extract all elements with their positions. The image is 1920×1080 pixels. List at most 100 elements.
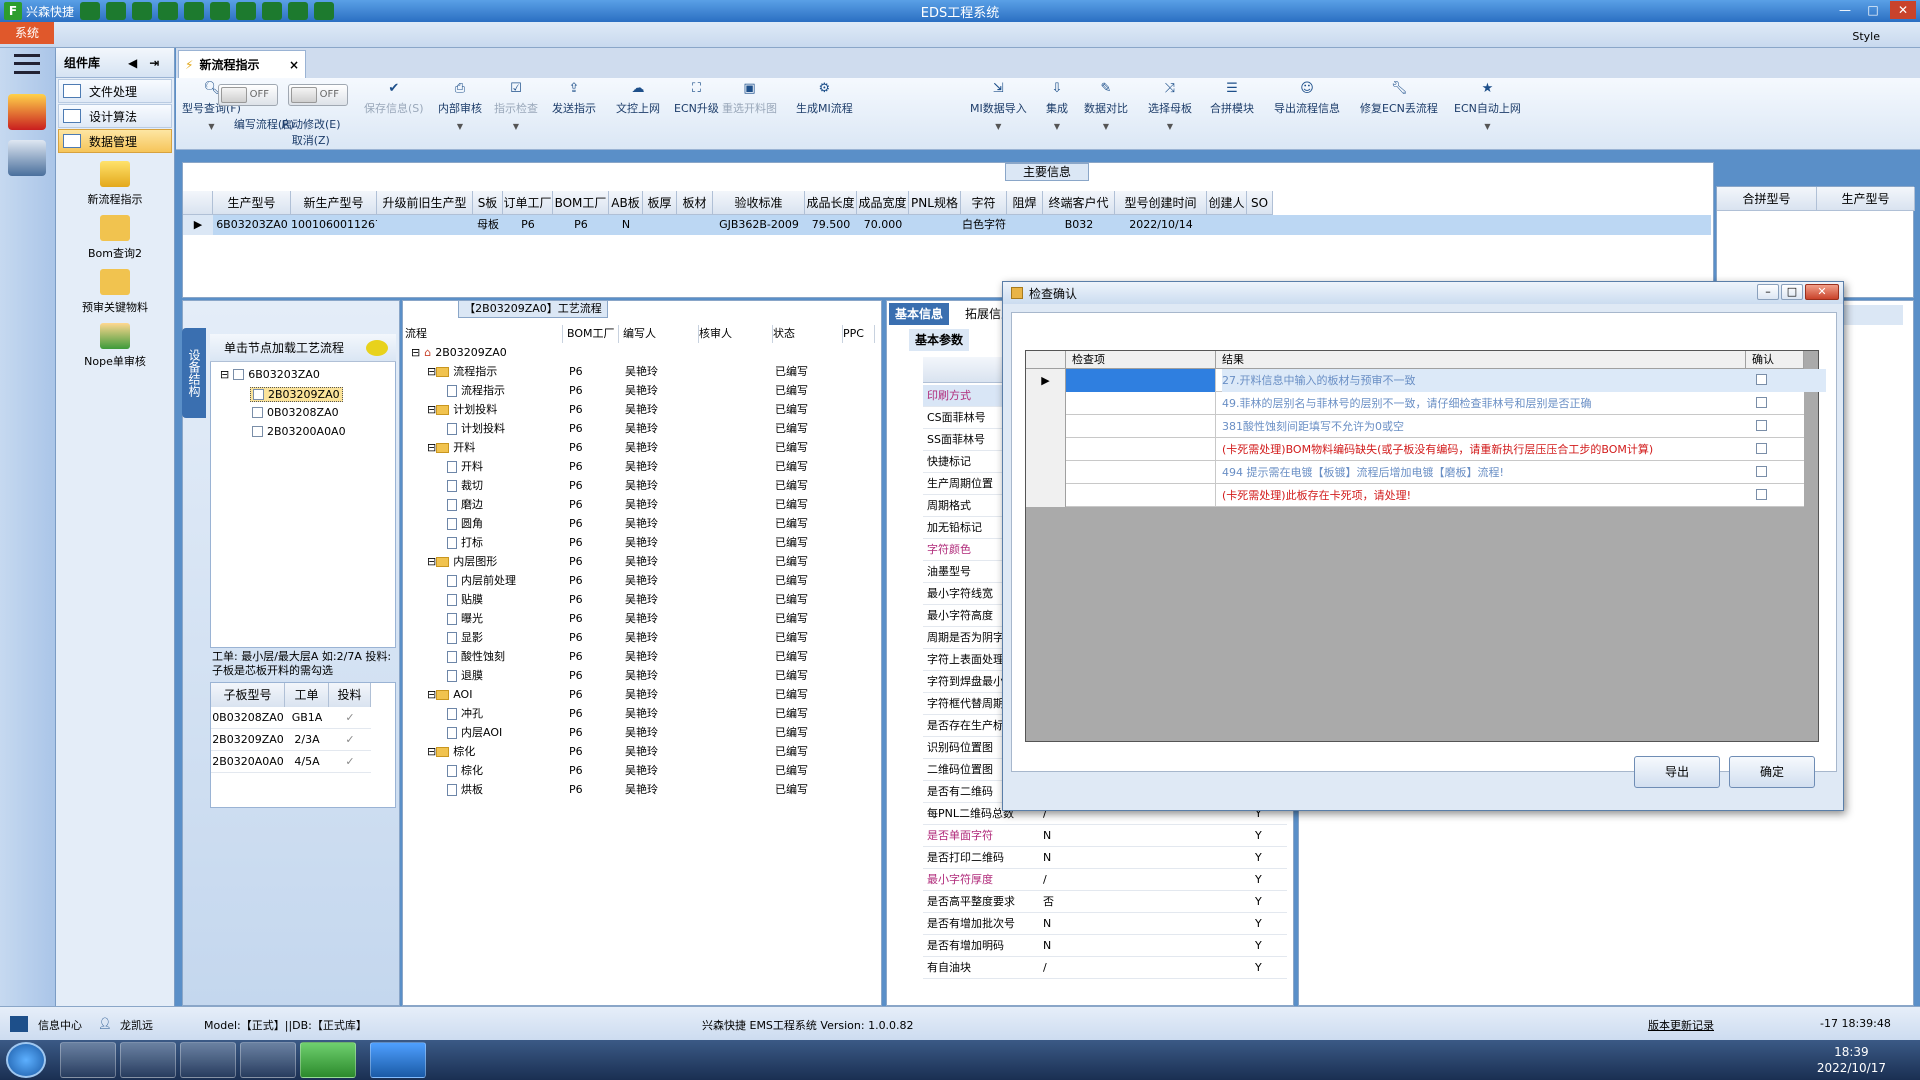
flow-column-header[interactable]: 状态 bbox=[773, 325, 843, 343]
merge-column-header[interactable]: 生产型号 bbox=[1817, 187, 1915, 211]
table-icon[interactable] bbox=[236, 2, 257, 20]
check-item-cell[interactable] bbox=[1066, 369, 1216, 392]
main-info-cell[interactable] bbox=[909, 215, 961, 235]
save-info-button[interactable]: ✔ 保存信息(S) bbox=[364, 82, 424, 116]
taskbar-app-notepad-icon[interactable] bbox=[120, 1042, 176, 1078]
structure-vertical-tab[interactable]: 设备结构 bbox=[182, 328, 206, 418]
flow-row[interactable]: ⊟ 棕化 P6 吴艳玲 已编写 bbox=[407, 742, 877, 761]
taskbar-app-floppy-icon[interactable] bbox=[240, 1042, 296, 1078]
minimize-button[interactable]: — bbox=[1832, 1, 1858, 19]
param-row[interactable]: 是否有增加批次号 N Y bbox=[923, 913, 1287, 935]
main-info-cell[interactable] bbox=[677, 215, 713, 235]
flow-column-header[interactable]: BOM工厂 bbox=[567, 325, 619, 343]
film-icon[interactable] bbox=[184, 2, 205, 20]
main-info-column-header[interactable]: 新生产型号 bbox=[291, 191, 377, 215]
confirm-checkbox[interactable] bbox=[1756, 489, 1767, 500]
user-icon[interactable] bbox=[262, 2, 283, 20]
check-item-cell[interactable] bbox=[1066, 461, 1216, 484]
check-row[interactable]: (卡死需处理)BOM物料编码缺失(或子板没有编码，请重新执行层压压合工步的BOM… bbox=[1026, 438, 1804, 461]
param-value[interactable]: / bbox=[1043, 957, 1047, 979]
main-info-cell[interactable]: P6 bbox=[503, 215, 553, 235]
flow-row[interactable]: 开料 P6 吴艳玲 已编写 bbox=[407, 457, 877, 476]
param-value[interactable]: N bbox=[1043, 825, 1051, 847]
main-info-cell[interactable] bbox=[377, 215, 473, 235]
check-row[interactable]: (卡死需处理)此板存在卡死项，请处理! bbox=[1026, 484, 1804, 507]
taskbar-app-eds-icon[interactable] bbox=[300, 1042, 356, 1078]
flow-row[interactable]: 冲孔 P6 吴艳玲 已编写 bbox=[407, 704, 877, 723]
flow-root-node[interactable]: ⊟ ⌂ 2B03209ZA0 bbox=[407, 343, 877, 362]
flow-row[interactable]: 圆角 P6 吴艳玲 已编写 bbox=[407, 514, 877, 533]
dialog-minimize-button[interactable]: – bbox=[1757, 284, 1779, 300]
refresh-icon[interactable] bbox=[210, 2, 231, 20]
monitor-icon[interactable] bbox=[314, 2, 335, 20]
confirm-checkbox[interactable] bbox=[1756, 443, 1767, 454]
close-button[interactable]: ✕ bbox=[1890, 1, 1916, 19]
maximize-button[interactable]: □ bbox=[1860, 1, 1886, 19]
fix-ecn-button[interactable]: 🔧︎ 修复ECN丢流程 bbox=[1360, 82, 1438, 116]
flow-row[interactable]: 内层AOI P6 吴艳玲 已编写 bbox=[407, 723, 877, 742]
export-flow-button[interactable]: ☺ 导出流程信息 bbox=[1274, 82, 1340, 116]
main-info-cell[interactable]: 白色字符 bbox=[961, 215, 1007, 235]
tools-icon[interactable] bbox=[158, 2, 179, 20]
main-info-column-header[interactable]: 板材 bbox=[677, 191, 713, 215]
check-item-cell[interactable] bbox=[1066, 484, 1216, 507]
main-info-cell[interactable]: 2022/10/14 bbox=[1115, 215, 1207, 235]
pin-icon[interactable]: ⇥ bbox=[149, 56, 159, 70]
tab-new-flow[interactable]: ⚡ 新流程指示 × bbox=[178, 50, 306, 78]
collapse-icon[interactable]: ◀ bbox=[128, 56, 137, 70]
confirm-checkbox[interactable] bbox=[1756, 374, 1767, 385]
flow-row[interactable]: 裁切 P6 吴艳玲 已编写 bbox=[407, 476, 877, 495]
check-row[interactable]: 49.菲林的层别名与菲林号的层别不一致，请仔细检查菲林号和层别是否正确 bbox=[1026, 392, 1804, 415]
cancel-button[interactable]: 取消(Z) bbox=[292, 134, 330, 147]
choose-mother-board-button[interactable]: ⤨ 选择母板 ▼ bbox=[1148, 82, 1192, 132]
main-info-cell[interactable]: N bbox=[609, 215, 643, 235]
flow-column-header[interactable]: 编写人 bbox=[623, 325, 699, 343]
check-item-cell[interactable] bbox=[1066, 415, 1216, 438]
tree-node-root[interactable]: ⊟ 6B03203ZA0 bbox=[220, 368, 320, 381]
main-info-column-header[interactable]: 成品宽度 bbox=[857, 191, 909, 215]
flow-row[interactable]: 贴膜 P6 吴艳玲 已编写 bbox=[407, 590, 877, 609]
integrate-button[interactable]: ⇩ 集成 ▼ bbox=[1046, 82, 1068, 132]
tab-basic-params[interactable]: 基本参数 bbox=[909, 329, 970, 351]
tab-basic-info[interactable]: 基本信息 bbox=[889, 303, 950, 325]
merge-column-header[interactable]: 合拼型号 bbox=[1717, 187, 1817, 211]
yx-logo-icon[interactable] bbox=[8, 94, 46, 130]
flow-column-header[interactable]: PPC bbox=[843, 325, 875, 343]
flow-row[interactable]: 内层前处理 P6 吴艳玲 已编写 bbox=[407, 571, 877, 590]
ecn-auto-upload-button[interactable]: ★ ECN自动上网 ▼ bbox=[1454, 82, 1521, 132]
flow-row[interactable]: 曝光 P6 吴艳玲 已编写 bbox=[407, 609, 877, 628]
sub-board-feed-checkbox[interactable]: ✓ bbox=[329, 751, 371, 773]
search-icon[interactable] bbox=[80, 2, 101, 20]
chart-icon[interactable] bbox=[288, 2, 309, 20]
hamburger-menu-icon[interactable] bbox=[14, 54, 40, 74]
check-column-header[interactable]: 结果 bbox=[1216, 351, 1746, 369]
main-info-column-header[interactable]: BOM工厂 bbox=[553, 191, 609, 215]
confirm-checkbox[interactable] bbox=[1756, 466, 1767, 477]
tool-nope-review[interactable]: Nope单审核 bbox=[56, 323, 174, 369]
upload-button[interactable]: ☁ 文控上网 bbox=[616, 82, 660, 116]
write-flow-toggle[interactable]: OFF bbox=[218, 84, 278, 106]
flow-row[interactable]: 显影 P6 吴艳玲 已编写 bbox=[407, 628, 877, 647]
sub-board-feed-checkbox[interactable]: ✓ bbox=[329, 707, 371, 729]
check-item-cell[interactable] bbox=[1066, 392, 1216, 415]
main-info-cell[interactable] bbox=[1007, 215, 1043, 235]
sub-board-order[interactable]: 4/5A bbox=[285, 751, 329, 773]
main-info-column-header[interactable]: 字符 bbox=[961, 191, 1007, 215]
flow-row[interactable]: 酸性蚀刻 P6 吴艳玲 已编写 bbox=[407, 647, 877, 666]
flow-row[interactable]: ⊟ 开料 P6 吴艳玲 已编写 bbox=[407, 438, 877, 457]
param-value[interactable]: 否 bbox=[1043, 891, 1054, 913]
main-info-column-header[interactable]: PNL规格 bbox=[909, 191, 961, 215]
check-item-cell[interactable] bbox=[1066, 438, 1216, 461]
main-info-cell[interactable] bbox=[1207, 215, 1247, 235]
grid-icon[interactable] bbox=[132, 2, 153, 20]
main-info-column-header[interactable]: 创建人 bbox=[1207, 191, 1247, 215]
param-value[interactable]: N bbox=[1043, 847, 1051, 869]
main-info-column-header[interactable]: S板 bbox=[473, 191, 503, 215]
param-row[interactable]: 是否打印二维码 N Y bbox=[923, 847, 1287, 869]
main-info-column-header[interactable]: 验收标准 bbox=[713, 191, 805, 215]
main-info-cell[interactable]: 10010600112676 bbox=[291, 215, 389, 235]
main-info-cell[interactable] bbox=[643, 215, 677, 235]
version-update-link[interactable]: 版本更新记录 bbox=[1648, 1017, 1714, 1033]
tool-new-flow[interactable]: 新流程指示 bbox=[56, 161, 174, 207]
check-row[interactable]: ▶ 27.开料信息中输入的板材与预审不一致 bbox=[1026, 369, 1826, 392]
